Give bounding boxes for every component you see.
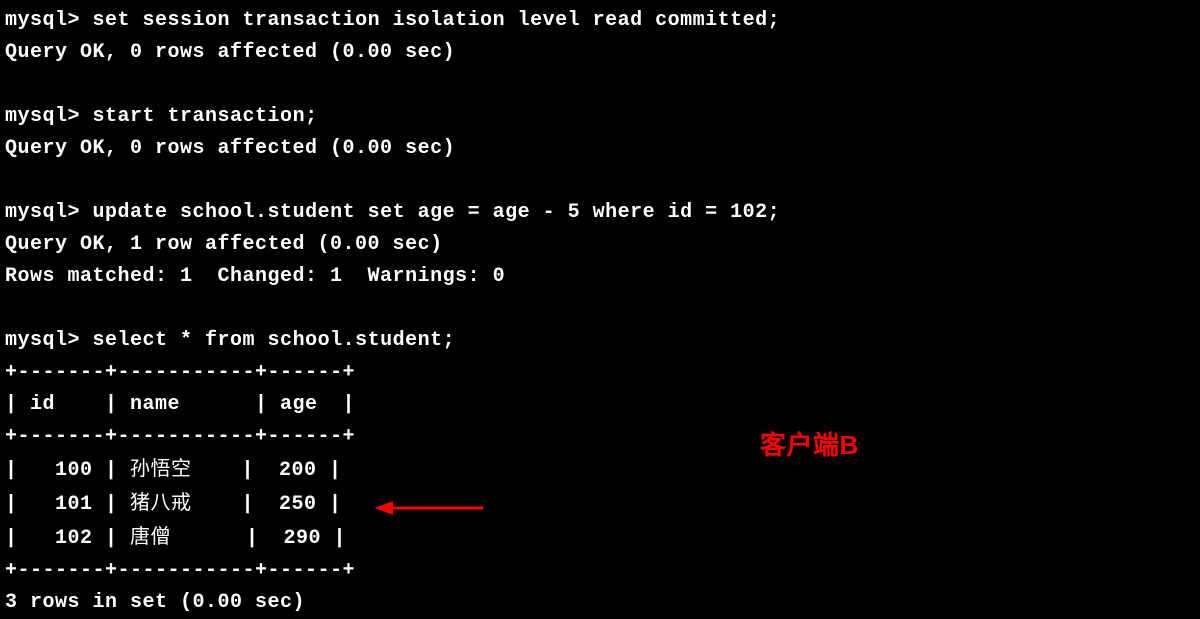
annotation-client-b: 客户端B	[760, 425, 859, 467]
result-set-isolation: Query OK, 0 rows affected (0.00 sec)	[5, 41, 455, 64]
table-row-3-post: | 290 |	[171, 527, 346, 550]
mysql-prompt: mysql>	[5, 329, 80, 352]
table-header: | id | name | age |	[5, 393, 355, 416]
mysql-prompt: mysql>	[5, 201, 80, 224]
table-row-2-pre: | 101 |	[5, 493, 130, 516]
arrow-icon	[375, 498, 485, 518]
command-update: update school.student set age = age - 5 …	[93, 201, 781, 224]
table-border-header: +-------+-----------+------+	[5, 425, 355, 448]
table-border-bottom: +-------+-----------+------+	[5, 559, 355, 582]
result-select-footer: 3 rows in set (0.00 sec)	[5, 591, 305, 614]
command-start-transaction: start transaction;	[93, 105, 318, 128]
table-row-1-name: 孙悟空	[130, 458, 192, 480]
table-row-1-pre: | 100 |	[5, 459, 130, 482]
mysql-prompt: mysql>	[5, 105, 80, 128]
result-update-line1: Query OK, 1 row affected (0.00 sec)	[5, 233, 443, 256]
table-row-2-post: | 250 |	[192, 493, 342, 516]
mysql-prompt: mysql>	[5, 9, 80, 32]
table-row-1-post: | 200 |	[192, 459, 342, 482]
terminal-output: mysql> set session transaction isolation…	[5, 5, 1195, 619]
table-row-3-pre: | 102 |	[5, 527, 130, 550]
result-update-line2: Rows matched: 1 Changed: 1 Warnings: 0	[5, 265, 505, 288]
command-set-isolation: set session transaction isolation level …	[93, 9, 781, 32]
result-start-transaction: Query OK, 0 rows affected (0.00 sec)	[5, 137, 455, 160]
table-border-top: +-------+-----------+------+	[5, 361, 355, 384]
table-row-2-name: 猪八戒	[130, 492, 192, 514]
command-select: select * from school.student;	[93, 329, 456, 352]
table-row-3-name: 唐僧	[130, 526, 171, 548]
